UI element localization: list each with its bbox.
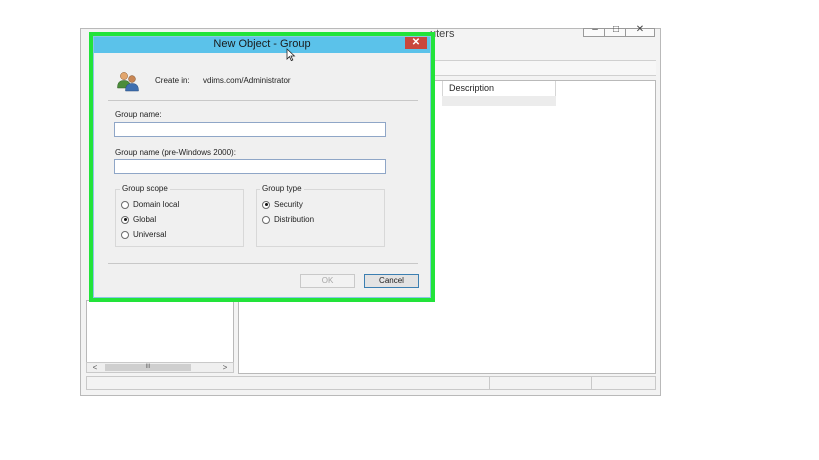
background-toolbar [432,60,656,76]
column-header-description[interactable]: Description [442,81,556,96]
status-bar-separator [489,377,490,389]
tree-horizontal-scrollbar[interactable]: < III > [86,362,234,373]
status-bar-separator [591,377,592,389]
highlight-frame [89,32,435,302]
background-close-button[interactable]: ✕ [625,24,655,37]
background-status-bar [86,376,656,390]
scroll-thumb[interactable]: III [105,364,191,371]
background-list-row[interactable] [442,96,556,106]
scroll-left-button[interactable]: < [89,363,101,372]
scroll-right-button[interactable]: > [219,363,231,372]
